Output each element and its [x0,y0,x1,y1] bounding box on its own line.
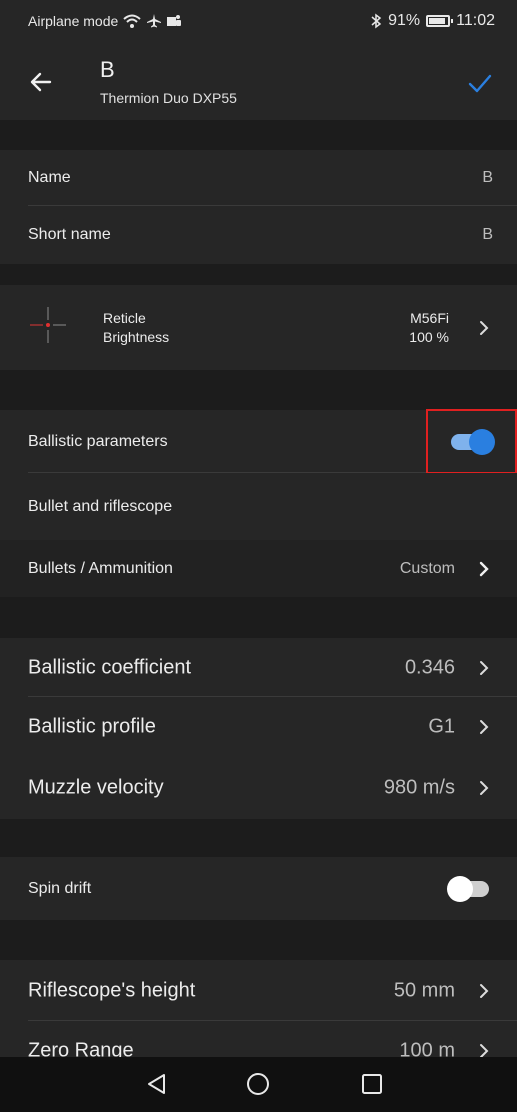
brightness-label: Brightness [103,329,170,345]
section-gap [0,120,517,150]
bluetooth-icon [371,13,382,29]
airplane-mode-text: Airplane mode [28,13,119,29]
chevron-right-icon [480,983,489,998]
airplane-icon [147,14,162,28]
ballistic-coefficient-label: Ballistic coefficient [28,656,192,678]
chevron-right-icon [480,660,489,675]
wifi-icon [123,14,141,28]
spin-drift-toggle[interactable] [447,875,493,902]
name-label: Name [28,169,71,186]
battery-percent: 91% [388,12,421,29]
system-navigation-bar [0,1057,517,1112]
reticle-label: Reticle [103,310,146,326]
ballistic-coefficient-row[interactable]: Ballistic coefficient 0.346 [0,638,517,697]
riflescope-height-value: 50 mm [393,979,455,1001]
status-right: 91% 11:02 [370,12,495,30]
chevron-right-icon [480,720,489,734]
bullet-section-header: Bullet and riflescope [0,473,517,540]
bullets-ammunition-value: Custom [399,559,455,577]
chevron-right-icon [480,781,489,795]
reticle-value: M56Fi [410,310,449,326]
page-title: B [100,57,115,82]
section-gap [0,264,517,285]
brightness-value: 100 % [409,329,449,345]
section-gap [0,920,517,960]
ballistic-profile-value: G1 [428,715,455,738]
confirm-checkmark-icon[interactable] [467,70,493,96]
toolbar: B Thermion Duo DXP55 [0,45,517,120]
back-arrow-icon[interactable] [28,69,54,95]
reticle-crosshair-icon [30,307,66,343]
riflescope-height-row[interactable]: Riflescope's height 50 mm [0,960,517,1021]
spin-drift-row[interactable]: Spin drift [0,857,517,920]
ballistic-parameters-label: Ballistic parameters [28,432,168,450]
name-value: B [482,169,493,186]
chevron-right-icon [479,561,489,576]
reticle-values: M56Fi 100 % [409,309,449,347]
short-name-value: B [482,226,493,243]
riflescope-height-label: Riflescope's height [28,979,196,1001]
circle-home-icon[interactable] [245,1071,271,1097]
ballistic-profile-label: Ballistic profile [28,715,156,738]
short-name-label: Short name [28,226,111,243]
highlight-annotation-box [426,409,517,474]
section-gap [0,597,517,638]
muzzle-velocity-value: 980 m/s [383,776,455,799]
section-gap [0,370,517,410]
page-subtitle: Thermion Duo DXP55 [100,90,237,106]
teams-icon [167,15,182,26]
status-bar: Airplane mode 91% 11:02 [0,0,517,45]
bullets-ammunition-label: Bullets / Ammunition [28,559,173,577]
muzzle-velocity-row[interactable]: Muzzle velocity 980 m/s [0,757,517,819]
section-gap [0,819,517,857]
name-row[interactable]: Name B [0,150,517,206]
triangle-back-icon[interactable] [144,1071,170,1097]
reticle-labels: Reticle Brightness [103,309,169,347]
battery-icon [426,15,454,27]
status-left: Airplane mode [28,13,182,29]
chevron-right-icon [480,320,489,335]
short-name-row[interactable]: Short name B [0,206,517,264]
bullets-ammunition-row[interactable]: Bullets / Ammunition Custom [0,540,517,597]
toggle-knob [447,875,473,902]
square-recents-icon[interactable] [359,1071,385,1097]
reticle-row[interactable]: Reticle Brightness M56Fi 100 % [0,285,517,370]
clock: 11:02 [456,12,495,29]
ballistic-profile-row[interactable]: Ballistic profile G1 [0,697,517,757]
spin-drift-label: Spin drift [28,879,92,897]
muzzle-velocity-label: Muzzle velocity [28,776,164,799]
ballistic-coefficient-value: 0.346 [404,656,455,678]
bullet-section-title: Bullet and riflescope [28,497,173,515]
